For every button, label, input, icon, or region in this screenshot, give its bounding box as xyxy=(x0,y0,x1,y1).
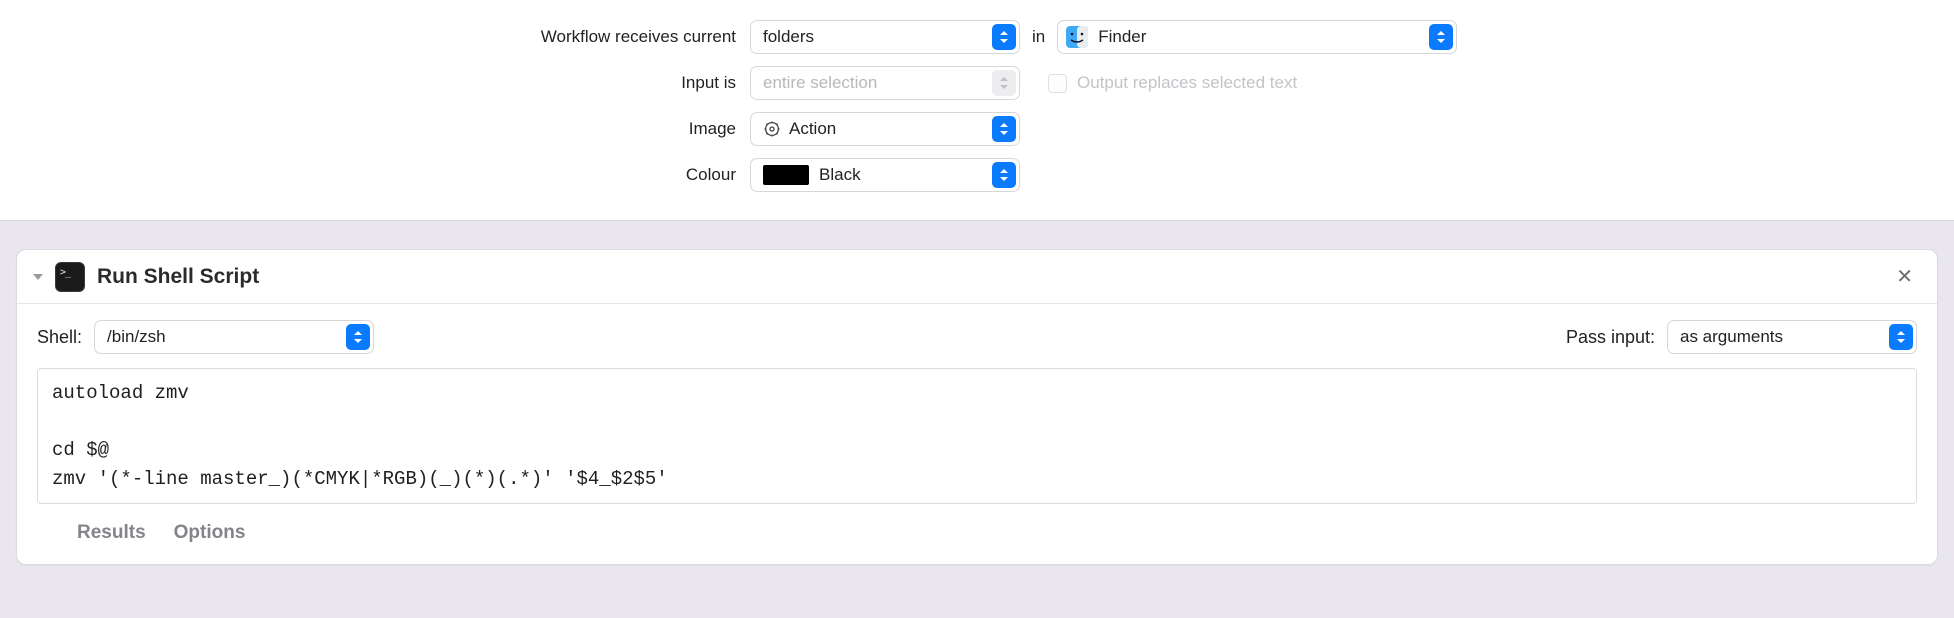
colour-label: Colour xyxy=(380,165,750,185)
input-is-select: entire selection xyxy=(750,66,1020,100)
dropdown-stepper-icon xyxy=(992,24,1016,50)
action-footer: Results Options xyxy=(37,522,1917,544)
dropdown-stepper-icon xyxy=(992,70,1016,96)
action-body: Shell: /bin/zsh Pass input: as arguments xyxy=(17,304,1937,564)
input-is-value: entire selection xyxy=(763,73,877,93)
dropdown-stepper-icon xyxy=(346,324,370,350)
receives-type-value: folders xyxy=(763,27,814,47)
colour-row: Colour Black xyxy=(0,158,1954,192)
receives-type-select[interactable]: folders xyxy=(750,20,1020,54)
output-replaces-checkbox xyxy=(1048,74,1067,93)
run-shell-script-action: Run Shell Script ✕ Shell: /bin/zsh Pass … xyxy=(16,249,1938,565)
pass-input-label: Pass input: xyxy=(1566,327,1655,348)
pass-input-value: as arguments xyxy=(1680,327,1783,347)
shell-value: /bin/zsh xyxy=(107,327,166,347)
dropdown-stepper-icon xyxy=(992,162,1016,188)
image-label: Image xyxy=(380,119,750,139)
options-tab[interactable]: Options xyxy=(174,522,246,544)
output-replaces-row: Output replaces selected text xyxy=(1048,73,1297,93)
receives-label: Workflow receives current xyxy=(380,27,750,47)
workflow-config-panel: Workflow receives current folders in Fin… xyxy=(0,0,1954,221)
action-controls-row: Shell: /bin/zsh Pass input: as arguments xyxy=(37,320,1917,354)
colour-select[interactable]: Black xyxy=(750,158,1020,192)
shell-label: Shell: xyxy=(37,327,82,348)
finder-icon xyxy=(1066,26,1088,48)
image-select[interactable]: Action xyxy=(750,112,1020,146)
receives-row: Workflow receives current folders in Fin… xyxy=(0,20,1954,54)
script-textarea[interactable]: autoload zmv cd $@ zmv '(*-line master_)… xyxy=(37,368,1917,504)
results-tab[interactable]: Results xyxy=(77,522,146,544)
application-value: Finder xyxy=(1098,27,1146,47)
input-is-row: Input is entire selection Output replace… xyxy=(0,66,1954,100)
shell-select[interactable]: /bin/zsh xyxy=(94,320,374,354)
action-header: Run Shell Script ✕ xyxy=(17,250,1937,304)
colour-value: Black xyxy=(819,165,861,185)
dropdown-stepper-icon xyxy=(1889,324,1913,350)
pass-input-select[interactable]: as arguments xyxy=(1667,320,1917,354)
action-title: Run Shell Script xyxy=(97,265,1888,289)
dropdown-stepper-icon xyxy=(992,116,1016,142)
terminal-icon xyxy=(55,262,85,292)
in-label: in xyxy=(1032,27,1045,47)
application-select[interactable]: Finder xyxy=(1057,20,1457,54)
close-icon[interactable]: ✕ xyxy=(1888,260,1921,293)
image-value: Action xyxy=(789,119,836,139)
image-row: Image Act xyxy=(0,112,1954,146)
dropdown-stepper-icon xyxy=(1429,24,1453,50)
output-replaces-label: Output replaces selected text xyxy=(1077,73,1297,93)
disclosure-triangle-icon[interactable] xyxy=(27,266,49,288)
gear-icon xyxy=(763,120,781,138)
colour-swatch xyxy=(763,165,809,185)
input-is-label: Input is xyxy=(380,73,750,93)
